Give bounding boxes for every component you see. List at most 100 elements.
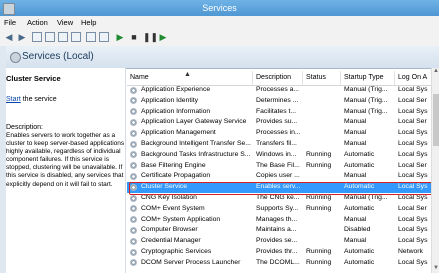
gear-icon (130, 183, 137, 191)
gear-icon (130, 129, 137, 137)
service-name: Cluster Service (141, 183, 188, 191)
service-description: The DCOML... (256, 258, 300, 266)
gear-icon (130, 237, 137, 245)
service-row[interactable]: Cryptographic Services Provides thr... Run… (127, 247, 439, 258)
service-startup-type: Manual (Trig... (344, 194, 388, 201)
gear-icon (130, 140, 137, 148)
service-name: Computer Browser (141, 226, 198, 234)
service-row[interactable]: Application Experience Processes a... Manu… (127, 85, 439, 96)
service-row[interactable]: Credential Manager Provides se... Manual Lo… (127, 236, 439, 247)
scroll-thumb[interactable] (433, 94, 439, 146)
pause-service-icon[interactable]: ❚❚ (143, 32, 158, 42)
gear-icon (130, 172, 137, 180)
gear-icon (130, 86, 137, 94)
service-row[interactable]: Application Layer Gateway Service Provide… (127, 117, 439, 128)
selected-service-name: Cluster Service (6, 74, 61, 83)
description-label: Description: (6, 124, 43, 131)
service-description: Provides se... (256, 237, 298, 245)
service-description: Enables servers to work together as a cl… (6, 132, 125, 188)
service-name: Application Identity (141, 96, 199, 104)
column-divider[interactable] (302, 71, 303, 85)
service-name: COM+ System Application (141, 215, 221, 223)
column-divider[interactable] (394, 71, 395, 85)
service-description: Provides su... (256, 118, 298, 126)
services-list: Name ▲ Description Status Startup Type L… (127, 68, 439, 273)
start-service-line: Start the service (6, 96, 57, 103)
back-icon[interactable]: ◀ (4, 32, 14, 42)
service-row[interactable]: Computer Browser Maintains a... Disabled Lo… (127, 225, 439, 236)
column-status[interactable]: Status (306, 74, 326, 81)
service-name: COM+ Event System (141, 204, 205, 212)
service-startup-type: Manual (344, 118, 367, 126)
forward-icon[interactable]: ▶ (17, 32, 27, 42)
service-startup-type: Automatic (344, 204, 375, 212)
column-divider[interactable] (252, 71, 253, 85)
menu-view[interactable]: View (57, 18, 73, 27)
refresh-icon[interactable] (58, 32, 68, 42)
service-startup-type: Disabled (344, 226, 371, 234)
start-service-link[interactable]: Start (6, 96, 21, 103)
restart-service-icon[interactable]: ▶ (158, 32, 168, 42)
menu-help[interactable]: Help (81, 18, 96, 27)
service-status: Running (306, 150, 332, 158)
gear-icon (130, 108, 137, 116)
mmc-icon[interactable] (99, 32, 109, 42)
help-icon[interactable] (86, 32, 96, 42)
stop-service-icon[interactable]: ■ (129, 32, 139, 42)
service-name: Background Intelligent Transfer Se... (141, 140, 251, 147)
service-row[interactable]: CNG Key Isolation The CNG ke... Running Man… (127, 193, 439, 204)
service-startup-type: Manual (Trig... (344, 107, 388, 115)
gear-icon (130, 226, 137, 234)
service-description: Processes a... (256, 86, 300, 93)
service-description: The CNG ke... (256, 194, 300, 201)
column-divider[interactable] (340, 71, 341, 85)
export-list-icon[interactable] (71, 32, 81, 42)
service-startup-type: Manual (Trig... (344, 96, 388, 104)
service-row[interactable]: Base Filtering Engine The Base Fil... Runn… (127, 161, 439, 172)
service-row[interactable]: Cluster Service Enables serv... Automatic L… (127, 182, 439, 193)
column-log-on-as[interactable]: Log On A (398, 74, 427, 81)
services-icon (10, 52, 21, 63)
service-row[interactable]: Background Tasks Infrastructure S... Wind… (127, 150, 439, 161)
service-description: Manages th... (256, 215, 298, 223)
service-startup-type: Manual (344, 140, 367, 147)
service-description: Windows in... (256, 150, 297, 158)
service-row[interactable]: Application Identity Determines ... Manual… (127, 96, 439, 107)
toolbar: ◀ ▶ ▶ ■ ❚❚ ▶ (0, 28, 439, 47)
service-row[interactable]: Application Management Processes in... Man… (127, 128, 439, 139)
service-description: Supports Sy... (256, 204, 299, 212)
service-startup-type: Manual (344, 215, 367, 223)
scroll-down-icon[interactable]: ▼ (432, 265, 439, 273)
service-startup-type: Manual (344, 129, 367, 137)
column-description[interactable]: Description (256, 74, 291, 81)
start-service-icon[interactable]: ▶ (115, 32, 125, 42)
service-status: Running (306, 258, 332, 266)
title-bar: Services (0, 0, 439, 17)
properties-icon[interactable] (45, 32, 55, 42)
service-row[interactable]: COM+ Event System Supports Sy... Running Au… (127, 204, 439, 215)
gear-icon (130, 194, 137, 202)
service-row[interactable]: COM+ System Application Manages th... Manu… (127, 215, 439, 226)
service-description: Enables serv... (256, 183, 301, 191)
scroll-up-icon[interactable]: ▲ (432, 68, 439, 76)
vertical-scrollbar[interactable]: ▲ ▼ (431, 68, 439, 273)
pane-title: Services (Local) (22, 51, 94, 62)
service-startup-type: Automatic (344, 248, 375, 255)
service-description: Determines ... (256, 96, 299, 104)
service-row[interactable]: Application Information Facilitates t... M… (127, 107, 439, 118)
service-name: DCOM Server Process Launcher (141, 258, 241, 266)
service-startup-type: Automatic (344, 258, 375, 266)
menu-file[interactable]: File (4, 18, 16, 27)
service-row[interactable]: Background Intelligent Transfer Se... Tra… (127, 139, 439, 150)
service-name: Credential Manager (141, 237, 201, 245)
service-description: Processes in... (256, 129, 301, 137)
pane-divider[interactable] (125, 68, 126, 273)
service-status: Running (306, 204, 332, 212)
service-row[interactable]: Certificate Propagation Copies user ... Ma… (127, 171, 439, 182)
column-startup-type[interactable]: Startup Type (344, 74, 384, 81)
menu-action[interactable]: Action (27, 18, 48, 27)
column-name[interactable]: Name (130, 74, 149, 81)
service-row[interactable]: DCOM Server Process Launcher The DCOML...… (127, 258, 439, 269)
show-hide-tree-icon[interactable] (32, 32, 42, 42)
service-name: Application Management (141, 129, 216, 137)
